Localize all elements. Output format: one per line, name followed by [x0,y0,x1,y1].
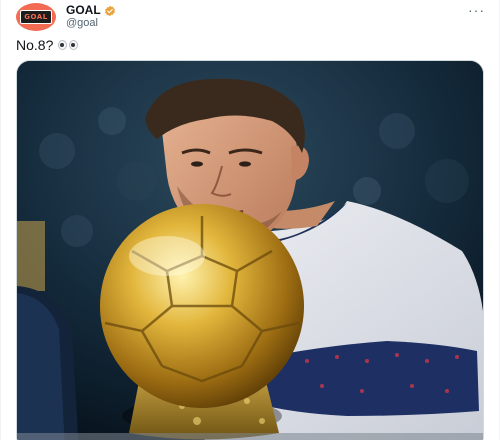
tweet-photo[interactable] [16,60,484,440]
photo-messi-ballon-dor [17,61,483,440]
goal-logo: GOAL [20,10,52,24]
tweet-text: No.8? [16,37,79,53]
tweet-header: GOAL GOAL @goal ··· [16,2,489,32]
eyes-emoji-icon [58,40,79,50]
display-name[interactable]: GOAL [66,4,101,17]
tweet-text-content: No.8? [16,37,54,53]
tweet-card: GOAL GOAL @goal ··· No.8? [0,0,500,440]
verified-badge-icon [104,5,115,16]
display-name-row: GOAL [66,4,116,17]
more-options-icon[interactable]: ··· [464,3,489,17]
avatar[interactable]: GOAL [16,3,56,31]
account-names: GOAL @goal [66,4,116,30]
eye-left [58,40,68,50]
eye-right [69,40,79,50]
account-handle[interactable]: @goal [66,17,116,30]
